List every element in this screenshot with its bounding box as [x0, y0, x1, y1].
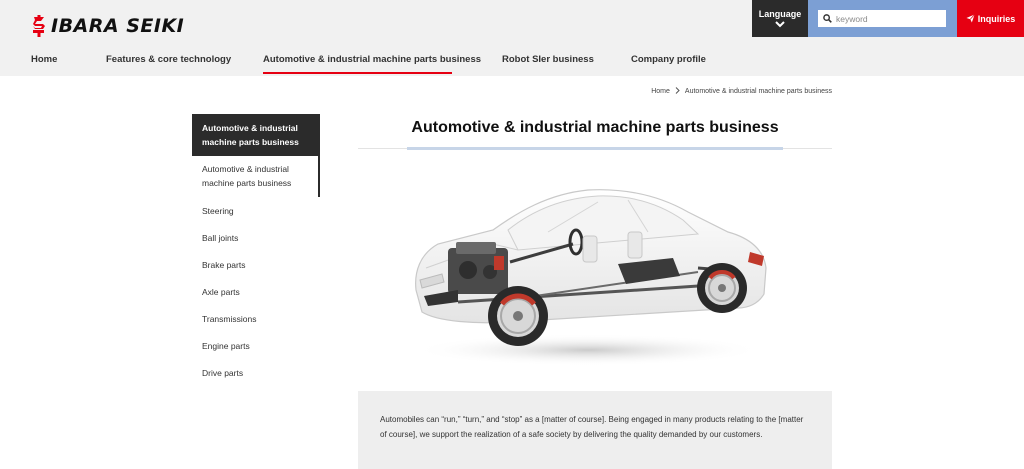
sidebar-item-overview[interactable]: Automotive & industrial machine parts bu…	[192, 156, 320, 197]
chevron-right-icon	[675, 87, 680, 96]
sidebar-item-steering[interactable]: Steering	[192, 197, 320, 224]
title-accent-bar	[407, 147, 783, 150]
search-field	[818, 10, 946, 27]
search-area	[808, 0, 957, 37]
car-chassis-image	[413, 189, 767, 366]
main-nav: Home Features & core technology Automoti…	[0, 44, 1024, 76]
nav-active-indicator	[263, 72, 452, 74]
intro-text-box: Automobiles can “run,” “turn,” and “stop…	[358, 391, 832, 469]
sidebar-item-engine-parts[interactable]: Engine parts	[192, 332, 320, 359]
sidebar-item-drive-parts[interactable]: Drive parts	[192, 359, 320, 386]
nav-automotive[interactable]: Automotive & industrial machine parts bu…	[263, 54, 481, 65]
language-button[interactable]: Language	[752, 0, 808, 37]
nav-home[interactable]: Home	[31, 54, 57, 65]
language-label: Language	[758, 9, 802, 19]
chevron-down-icon	[775, 21, 785, 28]
breadcrumb: Home Automotive & industrial machine par…	[651, 87, 832, 96]
nav-robot-sier[interactable]: Robot SIer business	[502, 54, 594, 65]
logo-text: IBARA SEIKI	[51, 15, 185, 37]
breadcrumb-current: Automotive & industrial machine parts bu…	[684, 88, 832, 95]
inquiries-button[interactable]: Inquiries	[957, 0, 1024, 37]
logo-mark-icon	[33, 15, 45, 37]
nav-company-profile[interactable]: Company profile	[631, 54, 706, 65]
nav-features[interactable]: Features & core technology	[106, 54, 231, 65]
sidebar-item-ball-joints[interactable]: Ball joints	[192, 224, 320, 251]
sidebar-heading[interactable]: Automotive & industrial machine parts bu…	[192, 114, 320, 156]
search-icon[interactable]	[823, 14, 832, 23]
inquiries-label: Inquiries	[977, 13, 1016, 24]
intro-paragraph: Automobiles can “run,” “turn,” and “stop…	[380, 415, 804, 439]
paper-plane-icon	[966, 14, 975, 23]
page-title: Automotive & industrial machine parts bu…	[411, 119, 779, 136]
breadcrumb-home[interactable]: Home	[651, 88, 670, 95]
site-header: IBARA SEIKI Language Inquiries Home Feat…	[0, 0, 1024, 76]
search-input[interactable]	[836, 13, 944, 24]
sidebar-item-axle-parts[interactable]: Axle parts	[192, 278, 320, 305]
sidebar: Automotive & industrial machine parts bu…	[192, 114, 320, 386]
company-logo[interactable]: IBARA SEIKI	[31, 14, 184, 38]
sidebar-item-transmissions[interactable]: Transmissions	[192, 305, 320, 332]
sidebar-item-brake-parts[interactable]: Brake parts	[192, 251, 320, 278]
